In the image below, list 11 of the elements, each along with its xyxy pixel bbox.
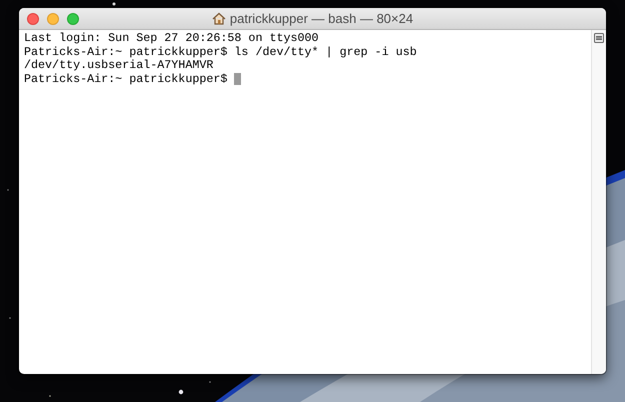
terminal-line: Patricks-Air:~ patrickkupper$ xyxy=(24,72,228,86)
window-title: patrickkupper — bash — 80×24 xyxy=(230,11,414,26)
terminal-line: Last login: Sun Sep 27 20:26:58 on ttys000 xyxy=(24,32,319,46)
terminal-line: /dev/tty.usbserial-A7YHAMVR xyxy=(24,59,214,72)
terminal-line: Patricks-Air:~ patrickkupper$ ls /dev/tty* | grep -i usb xyxy=(24,46,417,59)
split-pane-icon[interactable] xyxy=(594,33,604,43)
zoom-icon[interactable] xyxy=(67,13,79,25)
home-icon xyxy=(212,12,226,25)
minimize-icon[interactable] xyxy=(47,13,59,25)
text-cursor xyxy=(234,73,242,86)
close-icon[interactable] xyxy=(27,13,39,25)
